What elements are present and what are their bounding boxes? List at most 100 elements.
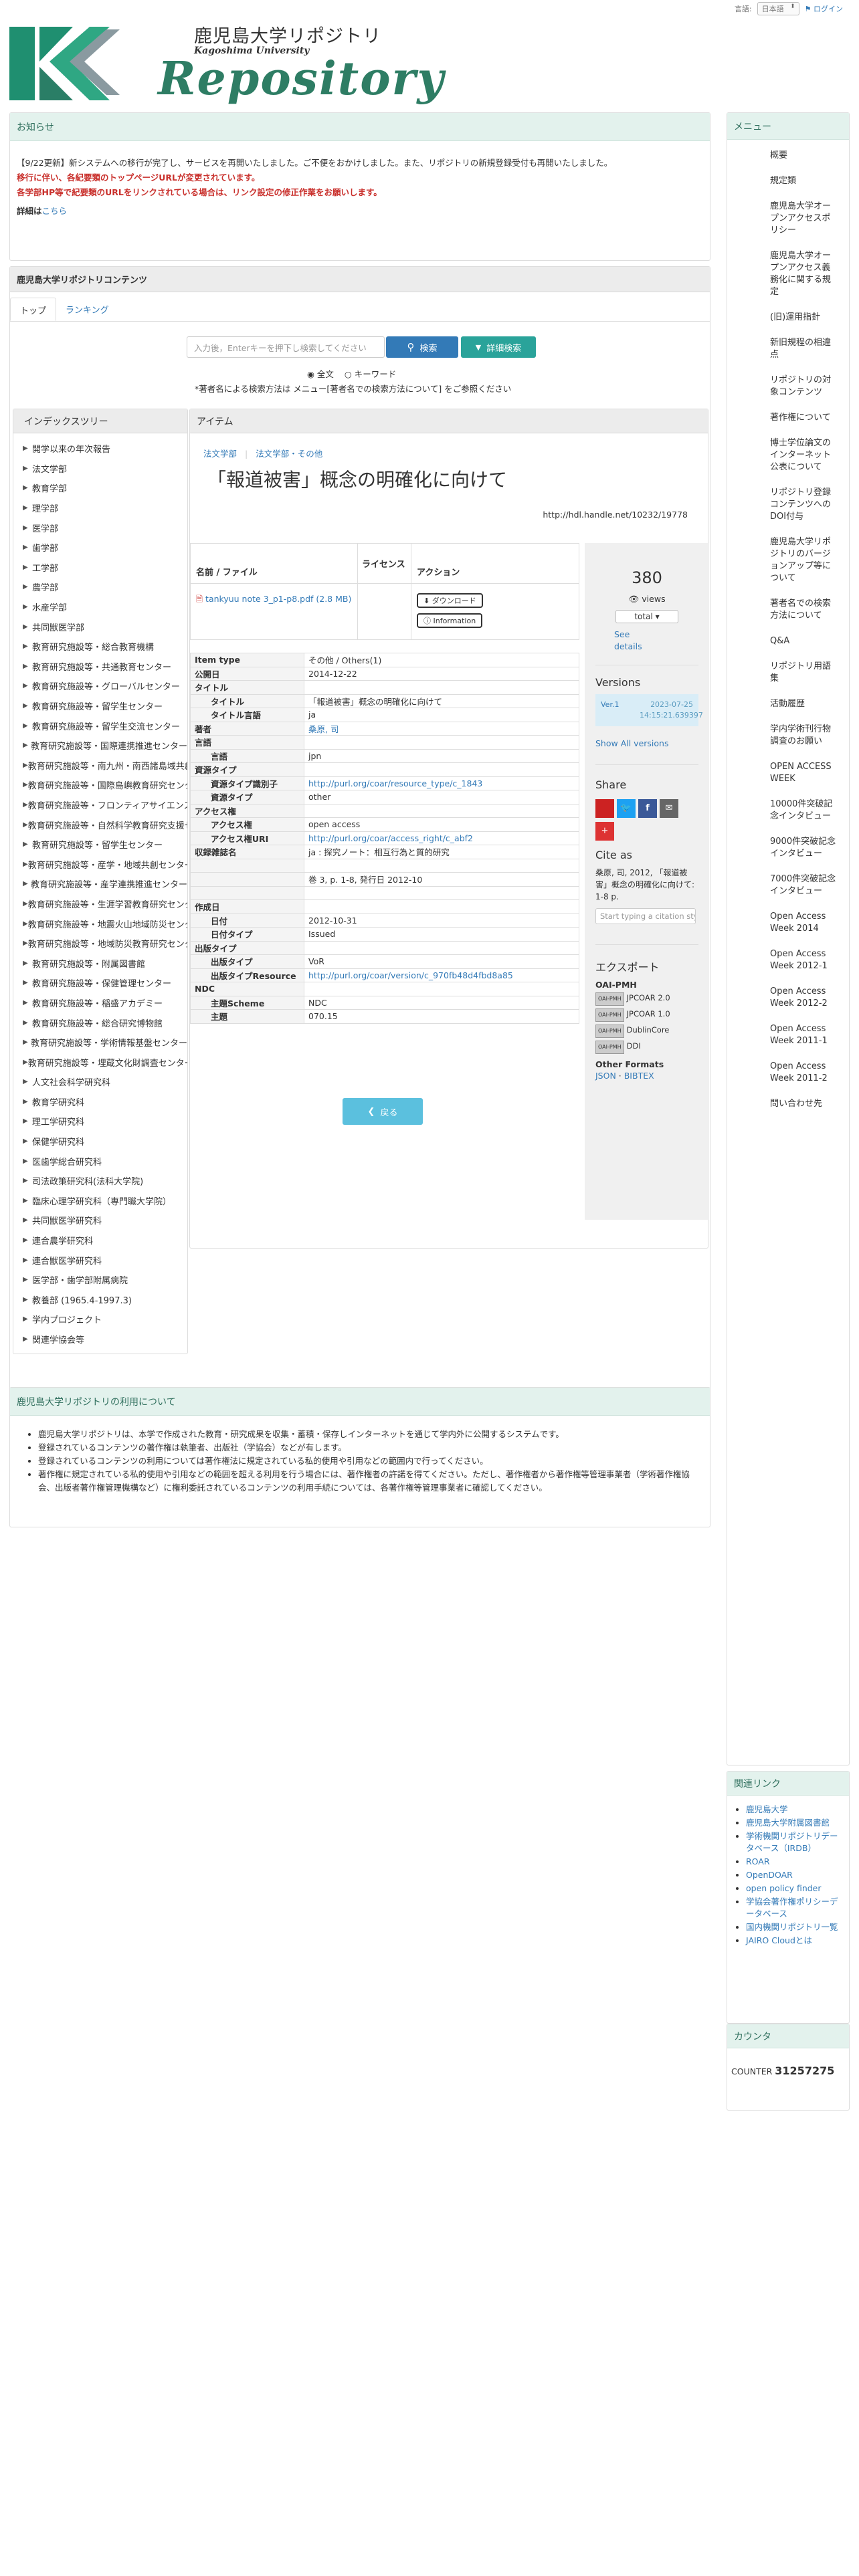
metadata-link[interactable]: http://purl.org/coar/resource_type/c_184… [308, 778, 482, 788]
related-link[interactable]: 鹿児島大学 [746, 1804, 788, 1814]
login-link[interactable]: ⚑ ログイン [805, 3, 843, 14]
tree-item[interactable]: ▶ 関連学協会等 [13, 1329, 187, 1350]
tree-item[interactable]: ▶ 保健学研究科 [13, 1132, 187, 1152]
expand-triangle-icon[interactable]: ▶ [13, 504, 32, 512]
tree-item[interactable]: ▶ 教育研究施設等・国際連携推進センター [13, 736, 187, 756]
version-label[interactable]: Ver.1 [601, 700, 619, 721]
tree-item[interactable]: ▶ 教育学部 [13, 478, 187, 498]
menu-item[interactable]: 新旧規程の相違点 [770, 334, 837, 364]
file-link[interactable]: tankyuu note 3_p1-p8.pdf (2.8 MB) [205, 594, 351, 604]
tab-top[interactable]: トップ [10, 298, 57, 321]
tree-item[interactable]: ▶ 教育研究施設等・地域防災教育研究センター [13, 934, 187, 954]
tree-item[interactable]: ▶ 法文学部 [13, 459, 187, 479]
menu-item[interactable]: Open Access Week 2014 [770, 907, 837, 938]
expand-triangle-icon[interactable]: ▶ [13, 1158, 32, 1165]
expand-triangle-icon[interactable]: ▶ [13, 682, 32, 689]
expand-triangle-icon[interactable]: ▶ [13, 524, 32, 532]
menu-item[interactable]: 9000件突破記念インタビュー [770, 833, 837, 863]
expand-triangle-icon[interactable]: ▶ [13, 1296, 32, 1303]
menu-item[interactable]: 問い合わせ先 [770, 1095, 837, 1113]
tree-item[interactable]: ▶ 司法政策研究科(法科大学院) [13, 1171, 187, 1191]
tree-item[interactable]: ▶教育研究施設等・南九州・南西諸島域共創機構 [13, 756, 187, 776]
radio-full[interactable]: ◉ 全文 [307, 367, 334, 380]
expand-triangle-icon[interactable]: ▶ [13, 623, 32, 631]
metadata-link[interactable]: http://purl.org/coar/access_right/c_abf2 [308, 833, 473, 843]
expand-triangle-icon[interactable]: ▶ [13, 544, 32, 551]
tree-item[interactable]: ▶ 歯学部 [13, 538, 187, 558]
expand-triangle-icon[interactable]: ▶ [13, 821, 28, 829]
tree-item[interactable]: ▶ 開学以来の年次報告 [13, 439, 187, 459]
tree-item[interactable]: ▶ 教育研究施設等・総合研究博物館 [13, 1012, 187, 1033]
expand-triangle-icon[interactable]: ▶ [13, 880, 31, 887]
related-link[interactable]: ROAR [746, 1856, 770, 1866]
views-period-select[interactable]: total ▾ [615, 610, 678, 623]
expand-triangle-icon[interactable]: ▶ [13, 1276, 32, 1283]
tree-item[interactable]: ▶ 教育研究施設等・稲盛アカデミー [13, 993, 187, 1013]
expand-triangle-icon[interactable]: ▶ [13, 979, 32, 986]
expand-triangle-icon[interactable]: ▶ [13, 1257, 32, 1264]
expand-triangle-icon[interactable]: ▶ [13, 1138, 32, 1145]
tree-item[interactable]: ▶ 教育研究施設等・保健管理センター [13, 973, 187, 993]
expand-triangle-icon[interactable]: ▶ [13, 900, 28, 907]
json-link[interactable]: JSON [595, 1071, 616, 1081]
tree-item[interactable]: ▶ 理学部 [13, 498, 187, 518]
menu-item[interactable]: リポジトリ登録コンテンツへのDOI付与 [770, 484, 837, 526]
menu-item[interactable]: Open Access Week 2012-2 [770, 982, 837, 1013]
tree-item[interactable]: ▶ 教育研究施設等・グローバルセンター [13, 676, 187, 696]
tab-ranking[interactable]: ランキング [56, 298, 118, 321]
menu-item[interactable]: Open Access Week 2012-1 [770, 945, 837, 976]
download-button[interactable]: ⬇ ダウンロード [417, 593, 483, 608]
menu-item[interactable]: 鹿児島大学オープンアクセス義務化に関する規定 [770, 247, 837, 302]
tree-item[interactable]: ▶ 学内プロジェクト [13, 1309, 187, 1329]
expand-triangle-icon[interactable]: ▶ [13, 920, 28, 928]
twitter-icon[interactable]: 🐦 [617, 799, 636, 818]
expand-triangle-icon[interactable]: ▶ [13, 445, 32, 452]
menu-item[interactable]: 規定類 [770, 172, 837, 191]
menu-item[interactable]: (旧)運用指針 [770, 308, 837, 327]
tree-item[interactable]: ▶ 教育研究施設等・地震火山地域防災センター [13, 914, 187, 934]
tree-item[interactable]: ▶ 共同獣医学部 [13, 617, 187, 637]
expand-triangle-icon[interactable]: ▶ [13, 1216, 32, 1224]
tree-item[interactable]: ▶ 医学部 [13, 518, 187, 538]
menu-item[interactable]: 鹿児島大学オープンアクセスポリシー [770, 197, 837, 240]
email-icon[interactable]: ✉ [660, 799, 678, 818]
expand-triangle-icon[interactable]: ▶ [13, 1098, 32, 1105]
breadcrumb-item-2[interactable]: 法文学部・その他 [256, 449, 322, 459]
tree-item[interactable]: ▶ 教育研究施設等・留学生交流センター [13, 716, 187, 736]
tree-item[interactable]: ▶ 医学部・歯学部附属病院 [13, 1270, 187, 1290]
advanced-search-button[interactable]: ▼ 詳細検索 [461, 336, 536, 358]
expand-triangle-icon[interactable]: ▶ [13, 999, 32, 1006]
menu-item[interactable]: Open Access Week 2011-1 [770, 1020, 837, 1051]
tree-item[interactable]: ▶ 教育研究施設等・生涯学習教育研究センター [13, 894, 187, 914]
show-all-versions-link[interactable]: Show All versions [595, 738, 668, 748]
tree-item[interactable]: ▶ 教育研究施設等・留学生センター [13, 835, 187, 855]
menu-item[interactable]: 学内学術刊行物調査のお願い [770, 720, 837, 751]
expand-triangle-icon[interactable]: ▶ [13, 1237, 32, 1244]
add-share-icon[interactable]: + [595, 822, 614, 841]
expand-triangle-icon[interactable]: ▶ [13, 702, 32, 710]
menu-item[interactable]: 著作権について [770, 409, 837, 427]
expand-triangle-icon[interactable]: ▶ [13, 1019, 32, 1027]
tree-item[interactable]: ▶ 教育研究施設等・学術情報基盤センター [13, 1033, 187, 1053]
export-item[interactable]: OAI-PMH DublinCore [595, 1025, 698, 1038]
metadata-link[interactable]: http://purl.org/coar/version/c_970fb48d4… [308, 970, 513, 980]
related-link[interactable]: 学術機関リポジトリデータベース（IRDB） [746, 1831, 838, 1853]
site-logo[interactable]: 鹿児島大学リポジトリ Kagoshima University Reposito… [9, 20, 444, 108]
metadata-link[interactable]: 桑原, 司 [308, 724, 339, 734]
expand-triangle-icon[interactable]: ▶ [13, 1059, 28, 1066]
expand-triangle-icon[interactable]: ▶ [13, 742, 31, 749]
radio-keyword[interactable]: ○ キーワード [345, 367, 396, 380]
tree-item[interactable]: ▶ 教育学研究科 [13, 1092, 187, 1112]
expand-triangle-icon[interactable]: ▶ [13, 861, 28, 868]
menu-item[interactable]: 鹿児島大学リポジトリのバージョンアップ等について [770, 533, 837, 588]
tree-item[interactable]: ▶ 連合獣医学研究科 [13, 1250, 187, 1270]
menu-item[interactable]: Q&A [770, 632, 837, 651]
expand-triangle-icon[interactable]: ▶ [13, 643, 32, 650]
tree-item[interactable]: ▶ 教育研究施設等・国際島嶼教育研究センター [13, 775, 187, 795]
menu-item[interactable]: リポジトリ用語集 [770, 657, 837, 688]
expand-triangle-icon[interactable]: ▶ [13, 801, 28, 809]
menu-item[interactable]: 博士学位論文のインターネット公表について [770, 434, 837, 477]
menu-item[interactable]: リポジトリの対象コンテンツ [770, 371, 837, 402]
tree-item[interactable]: ▶ 人文社会科学研究科 [13, 1072, 187, 1092]
expand-triangle-icon[interactable]: ▶ [13, 583, 32, 591]
